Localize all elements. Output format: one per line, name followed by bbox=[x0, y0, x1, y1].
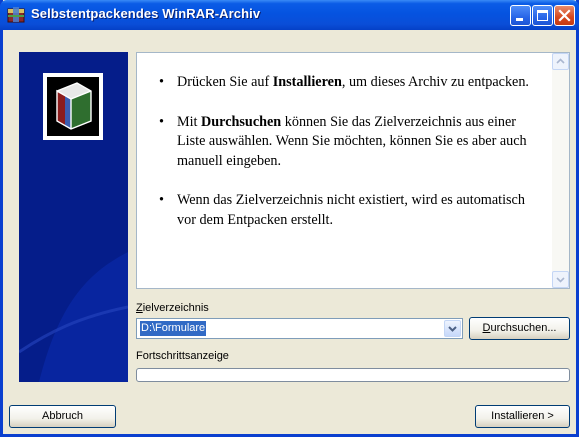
info-item: Wenn das Zielverzeichnis nicht existiert… bbox=[159, 191, 539, 230]
minimize-icon bbox=[516, 18, 523, 21]
close-button[interactable] bbox=[554, 5, 575, 26]
info-text-panel: Drücken Sie auf Installieren, um dieses … bbox=[136, 52, 570, 289]
close-icon bbox=[558, 9, 571, 22]
scroll-down-button[interactable] bbox=[552, 271, 569, 288]
install-button[interactable]: Installieren > bbox=[475, 405, 570, 428]
scroll-up-button[interactable] bbox=[552, 53, 569, 70]
info-scrollbar[interactable] bbox=[552, 53, 569, 288]
destination-dropdown-button[interactable] bbox=[444, 320, 461, 337]
maximize-icon bbox=[537, 10, 548, 21]
info-item: Drücken Sie auf Installieren, um dieses … bbox=[159, 73, 539, 93]
info-item: Mit Durchsuchen können Sie das Zielverze… bbox=[159, 113, 539, 172]
chevron-down-icon bbox=[556, 277, 565, 283]
progress-label: Fortschrittsanzeige bbox=[136, 350, 229, 362]
window-title: Selbstentpackendes WinRAR-Archiv bbox=[31, 6, 261, 21]
cancel-button[interactable]: Abbruch bbox=[9, 405, 116, 428]
sidebar-banner bbox=[19, 52, 128, 382]
chevron-up-icon bbox=[556, 58, 565, 64]
destination-value[interactable]: D:\Formulare bbox=[140, 321, 207, 336]
maximize-button[interactable] bbox=[532, 5, 553, 26]
winrar-logo bbox=[43, 73, 103, 140]
browse-button[interactable]: Durchsuchen... bbox=[469, 317, 570, 340]
progress-bar bbox=[136, 368, 570, 382]
destination-label: Zielverzeichnis bbox=[136, 302, 209, 314]
minimize-button[interactable] bbox=[510, 5, 531, 26]
chevron-down-icon bbox=[448, 326, 457, 332]
winrar-app-icon bbox=[7, 6, 25, 24]
book-stack-icon bbox=[56, 82, 92, 130]
winrar-sfx-window: Selbstentpackendes WinRAR-Archiv • Drück… bbox=[0, 0, 579, 437]
title-bar[interactable]: Selbstentpackendes WinRAR-Archiv bbox=[0, 0, 579, 30]
destination-combobox[interactable]: D:\Formulare bbox=[136, 318, 463, 339]
info-list: Drücken Sie auf Installieren, um dieses … bbox=[159, 73, 539, 250]
